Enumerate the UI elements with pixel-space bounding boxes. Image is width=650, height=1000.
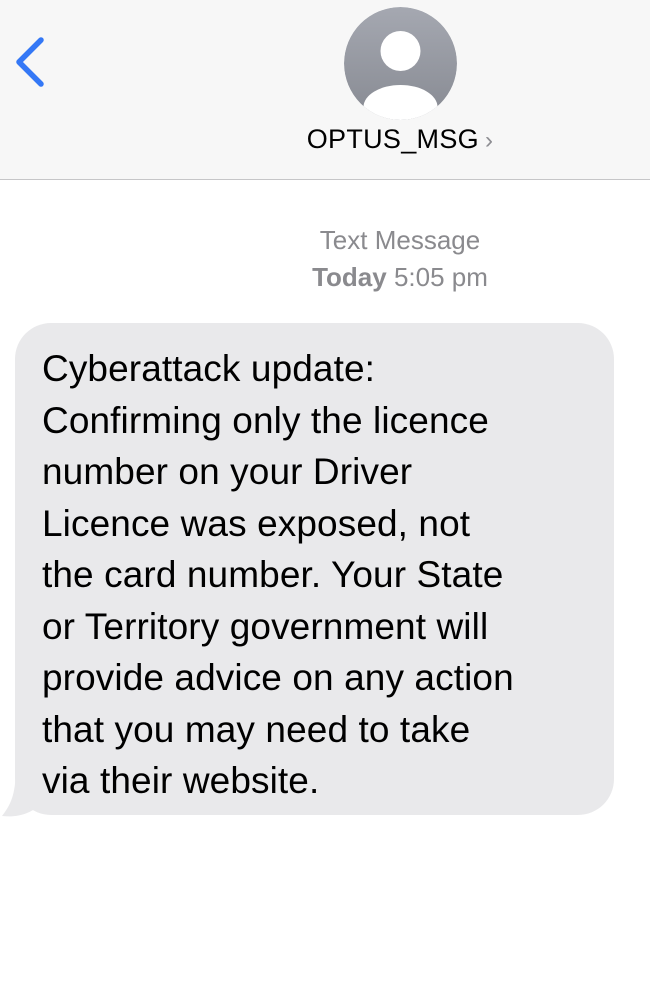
contact-name-button[interactable]: OPTUS_MSG ›	[0, 124, 650, 155]
message-text: Cyberattack update: Confirming only the l…	[42, 348, 514, 801]
person-avatar-icon	[344, 7, 457, 120]
conversation-header: OPTUS_MSG ›	[0, 0, 650, 180]
contact-avatar[interactable]	[344, 7, 457, 120]
timestamp: Today 5:05 pm	[0, 259, 650, 296]
message-meta: Text Message Today 5:05 pm	[0, 222, 650, 296]
time-label: 5:05 pm	[393, 262, 488, 292]
day-label: Today	[312, 262, 387, 292]
service-label: Text Message	[319, 225, 481, 255]
chevron-left-icon	[16, 37, 44, 87]
chevron-right-icon: ›	[484, 127, 494, 154]
message-row: Cyberattack update: Confirming only the l…	[0, 323, 650, 823]
message-bubble[interactable]: Cyberattack update: Confirming only the l…	[15, 323, 614, 815]
back-button[interactable]	[10, 36, 50, 88]
contact-name: OPTUS_MSG	[306, 124, 479, 154]
